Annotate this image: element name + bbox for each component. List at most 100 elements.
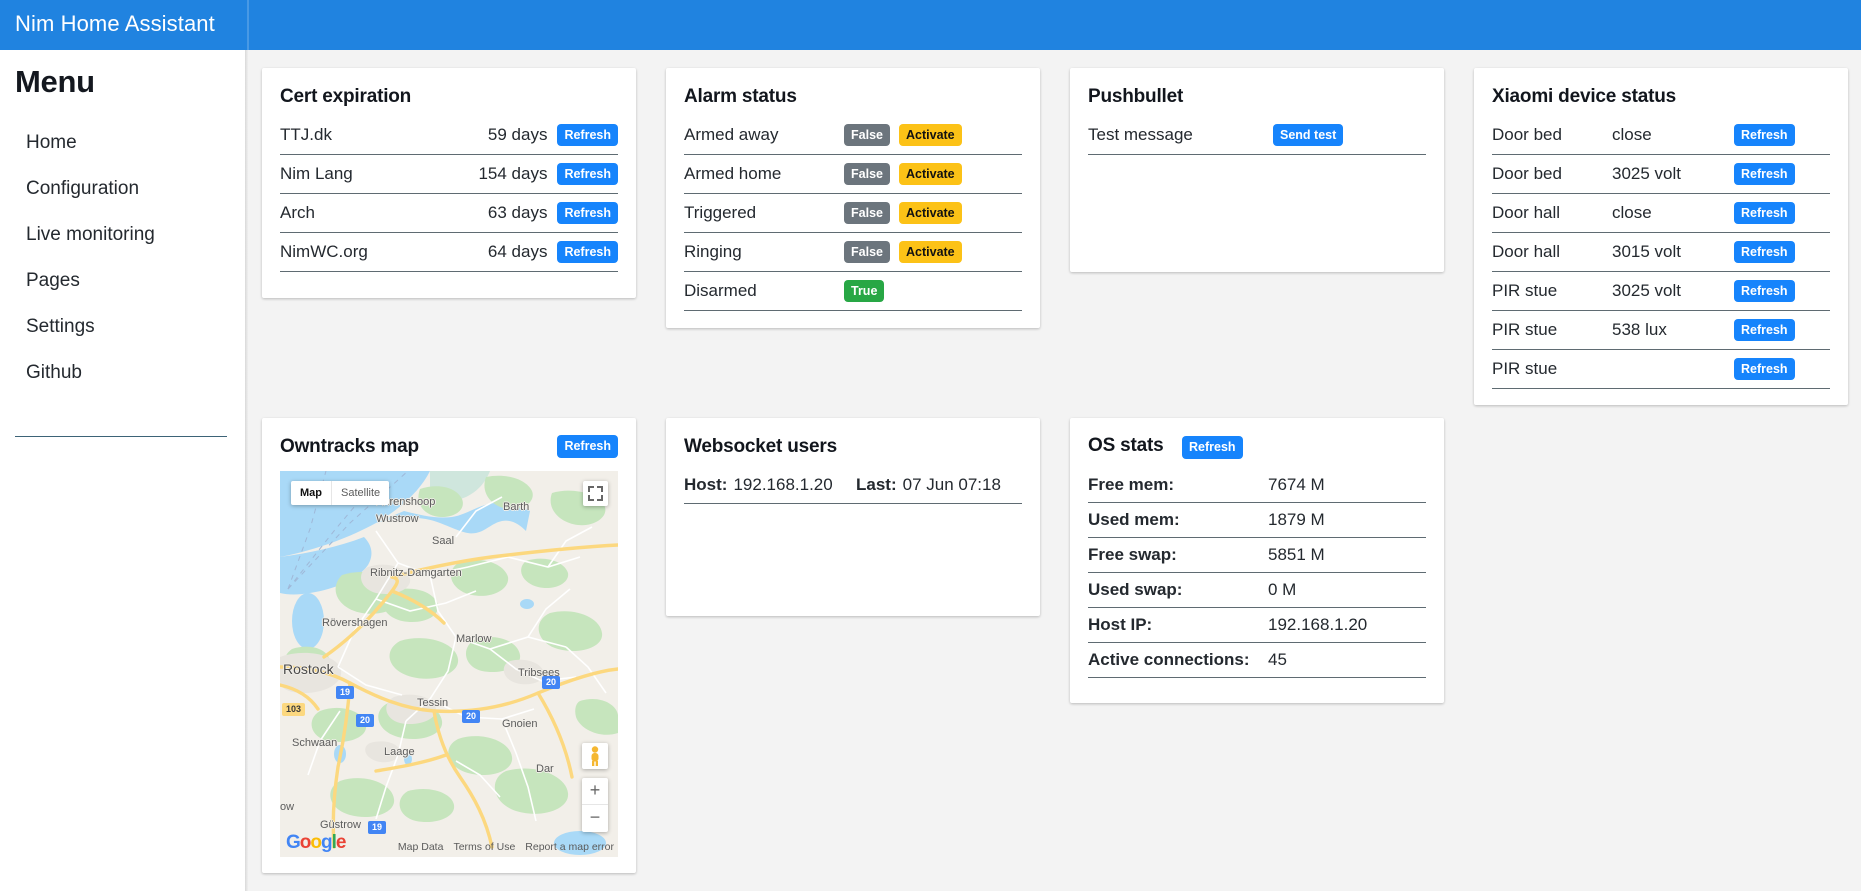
fullscreen-corner — [597, 495, 603, 501]
top-bar: Nim Home Assistant — [0, 0, 1861, 50]
activate-button[interactable]: Activate — [899, 201, 962, 225]
map-place-label: Wustrow — [376, 513, 419, 525]
refresh-button[interactable]: Refresh — [557, 435, 618, 458]
table-row: PIR stue 538 lux Refresh — [1492, 311, 1830, 350]
fullscreen-corner — [588, 486, 594, 492]
terms-of-use-link[interactable]: Terms of Use — [453, 841, 515, 853]
pushbullet-rows: Test message Send test — [1088, 116, 1426, 155]
table-row: Armed away False Activate — [684, 116, 1022, 155]
table-row: TTJ.dk 59 days Refresh — [280, 116, 618, 155]
refresh-button[interactable]: Refresh — [557, 240, 618, 264]
card-title: Pushbullet — [1088, 86, 1184, 107]
refresh-button[interactable]: Refresh — [557, 201, 618, 225]
zoom-controls[interactable]: + − — [582, 778, 608, 832]
fullscreen-icon[interactable] — [583, 481, 608, 506]
xiaomi-rows: Door bed close Refresh Door bed 3025 vol… — [1492, 116, 1830, 389]
device-name: PIR stue — [1492, 320, 1558, 339]
send-test-button[interactable]: Send test — [1273, 123, 1344, 147]
device-name: Door bed — [1492, 125, 1562, 144]
refresh-button[interactable]: Refresh — [1734, 162, 1795, 186]
map-place-label: Gnoien — [502, 718, 538, 730]
road-shield: 103 — [282, 703, 306, 716]
table-row: Free swap: 5851 M — [1088, 538, 1426, 573]
device-value: close — [1612, 203, 1652, 222]
map-place-label: Dar — [536, 763, 554, 775]
stat-label: Free swap: — [1088, 545, 1177, 564]
refresh-button[interactable]: Refresh — [1734, 357, 1795, 381]
alarm-state-label: Triggered — [684, 203, 757, 222]
report-map-error-link[interactable]: Report a map error — [525, 841, 614, 853]
card-cert-expiration: Cert expiration TTJ.dk 59 days Refresh N… — [262, 68, 636, 298]
map-type-satellite[interactable]: Satellite — [331, 481, 389, 505]
activate-button[interactable]: Activate — [899, 240, 962, 264]
card-alarm-status: Alarm status Armed away False Activate A… — [666, 68, 1040, 328]
stat-label: Host IP: — [1088, 615, 1153, 634]
table-row: Free mem: 7674 M — [1088, 468, 1426, 503]
map-type-map[interactable]: Map — [291, 481, 331, 505]
sidebar-item-configuration[interactable]: Configuration — [0, 166, 247, 212]
refresh-button[interactable]: Refresh — [1734, 279, 1795, 303]
table-row: PIR stue 3025 volt Refresh — [1492, 272, 1830, 311]
card-title: Cert expiration — [280, 86, 412, 107]
stat-value: 5851 M — [1268, 545, 1325, 564]
osstats-rows: Free mem: 7674 M Used mem: 1879 M Free s… — [1088, 468, 1426, 678]
alarm-state-label: Armed home — [684, 164, 782, 183]
table-row: Nim Lang 154 days Refresh — [280, 155, 618, 194]
status-badge: True — [844, 279, 885, 303]
stat-value: 7674 M — [1268, 475, 1325, 494]
last-label: Last: — [856, 474, 897, 494]
refresh-button[interactable]: Refresh — [1734, 240, 1795, 264]
road-shield: 20 — [356, 714, 375, 727]
map-attribution: Map Data Terms of Use Report a map error — [398, 841, 614, 853]
refresh-button[interactable]: Refresh — [557, 162, 618, 186]
table-row: Used swap: 0 M — [1088, 573, 1426, 608]
stat-label: Used swap: — [1088, 580, 1183, 599]
alarm-state-label: Ringing — [684, 242, 742, 261]
pegman-icon[interactable] — [582, 743, 608, 769]
cert-rows: TTJ.dk 59 days Refresh Nim Lang 154 days… — [280, 116, 618, 272]
card-websocket-users: Websocket users Host: 192.168.1.20 Last:… — [666, 418, 1040, 616]
table-row: Active connections: 45 — [1088, 643, 1426, 678]
websocket-row: Host: 192.168.1.20 Last: 07 Jun 07:18 — [684, 466, 1022, 504]
sidebar-item-live-monitoring[interactable]: Live monitoring — [0, 212, 247, 258]
pushbullet-row-label: Test message — [1088, 125, 1193, 144]
map-data-link[interactable]: Map Data — [398, 841, 444, 853]
card-title: Owntracks map — [280, 436, 419, 457]
app-title: Nim Home Assistant — [15, 11, 215, 36]
sidebar-item-github[interactable]: Github — [0, 350, 247, 396]
map-canvas[interactable]: Map Satellite + − Ahrenshoop Barth Wustr… — [280, 471, 618, 857]
table-row: Door bed close Refresh — [1492, 116, 1830, 155]
sidebar-divider — [15, 436, 227, 437]
refresh-button[interactable]: Refresh — [1734, 201, 1795, 225]
sidebar-item-pages[interactable]: Pages — [0, 258, 247, 304]
alarm-rows: Armed away False Activate Armed home Fal… — [684, 116, 1022, 311]
device-name: PIR stue — [1492, 359, 1558, 378]
card-title: Alarm status — [684, 86, 797, 107]
cert-days: 64 days — [487, 242, 548, 261]
websocket-host: Host: 192.168.1.20 — [684, 475, 856, 495]
sidebar-item-home[interactable]: Home — [0, 120, 247, 166]
refresh-button[interactable]: Refresh — [1182, 436, 1243, 459]
websocket-last: Last: 07 Jun 07:18 — [856, 475, 1001, 495]
map-type-switch[interactable]: Map Satellite — [291, 481, 390, 505]
activate-button[interactable]: Activate — [899, 123, 962, 147]
activate-button[interactable]: Activate — [899, 162, 962, 186]
zoom-out-button[interactable]: − — [582, 805, 608, 832]
status-badge: False — [844, 162, 890, 186]
stat-value: 45 — [1268, 650, 1287, 669]
host-label: Host: — [684, 474, 728, 494]
card-pushbullet: Pushbullet Test message Send test — [1070, 68, 1444, 272]
table-row: Ringing False Activate — [684, 233, 1022, 272]
card-xiaomi-device-status: Xiaomi device status Door bed close Refr… — [1474, 68, 1848, 405]
card-owntracks-map: Owntracks map Refresh Map Satellite + − … — [262, 418, 636, 873]
sidebar-item-settings[interactable]: Settings — [0, 304, 247, 350]
device-name: Door hall — [1492, 242, 1561, 261]
table-row: Test message Send test — [1088, 116, 1426, 155]
stat-value: 1879 M — [1268, 510, 1325, 529]
map-place-label: Rostock — [283, 661, 334, 677]
fullscreen-corner — [597, 486, 603, 492]
refresh-button[interactable]: Refresh — [1734, 318, 1795, 342]
zoom-in-button[interactable]: + — [582, 778, 608, 805]
refresh-button[interactable]: Refresh — [1734, 123, 1795, 147]
refresh-button[interactable]: Refresh — [557, 123, 618, 147]
